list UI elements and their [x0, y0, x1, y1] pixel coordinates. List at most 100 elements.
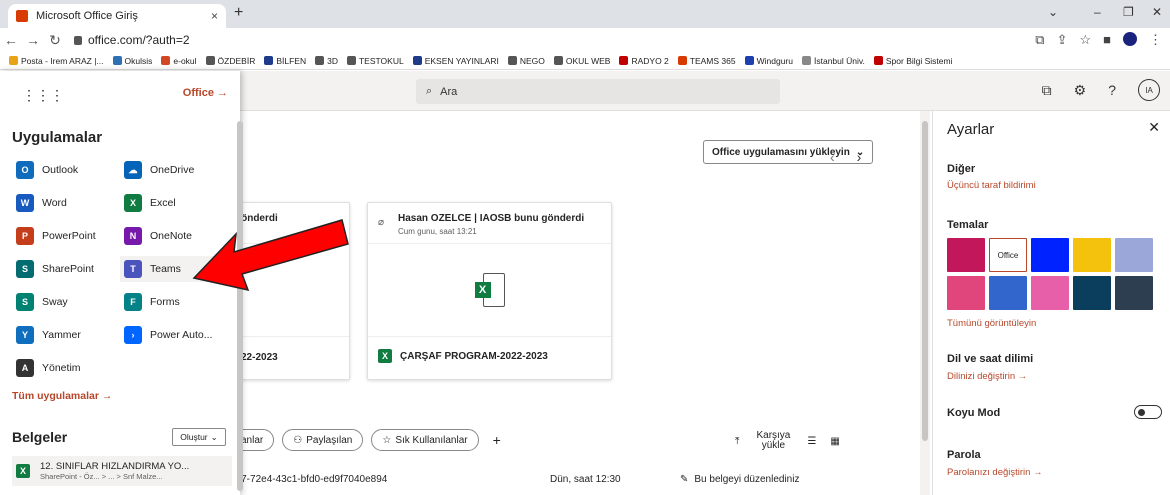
app-label: Teams [150, 263, 181, 275]
bookmark-item[interactable]: BİLFEN [264, 56, 306, 66]
close-window-button[interactable]: ✕ [1152, 5, 1162, 19]
view-all-themes-link[interactable]: Tümünü görüntüleyin [947, 318, 1036, 329]
bookmark-item[interactable]: e-okul [161, 56, 197, 66]
app-label: Excel [150, 197, 176, 209]
theme-option[interactable] [947, 238, 985, 272]
bookmark-item[interactable]: TESTOKUL [346, 56, 404, 66]
bookmark-label: EKSEN YAYINLARI [424, 55, 499, 66]
waffle-icon[interactable]: ⋮⋮⋮ [22, 87, 64, 104]
third-party-link[interactable]: Üçüncü taraf bildirimi [947, 180, 1036, 191]
main-scrollbar[interactable] [920, 111, 930, 495]
bookmark-item[interactable]: EKSEN YAYINLARI [412, 55, 499, 66]
office-link[interactable]: Office → [183, 87, 228, 99]
app-label: PowerPoint [42, 230, 96, 242]
app-y-netim[interactable]: A Yönetim [12, 355, 116, 381]
bookmark-label: RADYO 2 [631, 55, 669, 66]
theme-option[interactable]: Office [989, 238, 1027, 272]
theme-option[interactable] [1073, 238, 1111, 272]
bookmark-item[interactable]: NEGO [507, 56, 545, 66]
reload-icon[interactable]: ↻ [44, 32, 66, 49]
bookmark-item[interactable]: İstanbul Üniv. [802, 56, 865, 66]
browser-tab[interactable]: Microsoft Office Giriş × [8, 4, 226, 28]
launcher-scrollbar[interactable] [237, 121, 243, 491]
search-box[interactable]: ⌕ Ara [416, 79, 780, 104]
bookmark-item[interactable]: 3D [315, 56, 338, 66]
app-power-auto-[interactable]: › Power Auto... [120, 322, 224, 348]
url-field[interactable]: office.com/?auth=2 [74, 33, 190, 47]
avatar[interactable]: IA [1138, 79, 1160, 101]
feedback-icon[interactable]: ⧉ [1042, 82, 1052, 99]
theme-option[interactable] [989, 276, 1027, 310]
bookmark-item[interactable]: RADYO 2 [619, 55, 669, 66]
tab-search-icon[interactable]: ⌄ [1048, 5, 1058, 19]
bookmark-item[interactable]: Windguru [744, 55, 793, 66]
file-row[interactable]: a47-72e4-43c1-bfd0-ed9f7040e894 Dün, saa… [230, 474, 910, 485]
bookmark-item[interactable]: ÖZDEBİR [205, 56, 255, 66]
app-onedrive[interactable]: ☁ OneDrive [120, 157, 224, 183]
star-icon[interactable]: ☆ [1079, 32, 1091, 48]
bookmark-item[interactable]: Spor Bilgi Sistemi [873, 56, 952, 66]
bookmark-label: Posta - Irem ARAZ |... [21, 55, 104, 66]
carousel-prev-icon[interactable]: ‹ [830, 149, 835, 165]
app-sharepoint[interactable]: S SharePoint [12, 256, 116, 282]
all-apps-link[interactable]: Tüm uygulamalar → [12, 390, 112, 402]
excel-file-icon: X [474, 273, 505, 307]
app-label: SharePoint [42, 263, 94, 275]
card-file-name: X ÇARŞAF PROGRAM-2022-2023 [378, 349, 548, 363]
menu-icon[interactable]: ⋮ [1149, 32, 1162, 48]
new-tab-button[interactable]: + [234, 4, 243, 22]
add-filter-icon[interactable]: + [493, 432, 501, 448]
theme-option[interactable] [1115, 276, 1153, 310]
app-excel[interactable]: X Excel [120, 190, 224, 216]
document-item[interactable]: X 12. SINIFLAR HIZLANDIRMA YO... SharePo… [12, 456, 232, 486]
app-icon: ☁ [124, 161, 142, 179]
upload-icon[interactable]: ⤒ [735, 436, 739, 447]
carousel-next-icon[interactable]: › [857, 149, 862, 165]
sidepanel-icon[interactable]: ■ [1103, 32, 1111, 48]
url-text: office.com/?auth=2 [88, 33, 190, 47]
theme-option[interactable] [947, 276, 985, 310]
password-heading: Parola [947, 449, 981, 461]
grid-view-icon[interactable]: ▦ [830, 436, 839, 447]
bookmark-item[interactable]: TEAMS 365 [677, 55, 736, 66]
restore-button[interactable]: ❐ [1123, 5, 1134, 19]
app-word[interactable]: W Word [12, 190, 116, 216]
bookmark-item[interactable]: Okulsis [112, 56, 152, 66]
bookmark-item[interactable]: Posta - Irem ARAZ |... [9, 56, 104, 66]
filter-favorites[interactable]: ☆ Sık Kullanılanlar [371, 429, 479, 451]
shared-file-card[interactable]: ⌀ Hasan OZELCE | IAOSB bunu gönderdi Cum… [367, 202, 612, 380]
theme-option[interactable] [1031, 238, 1069, 272]
bookmark-icon [619, 56, 629, 65]
minimize-button[interactable]: – [1094, 5, 1101, 19]
bookmark-icon [315, 56, 325, 65]
password-link[interactable]: Parolanızı değiştirin → [947, 467, 1043, 478]
bookmark-label: BİLFEN [276, 55, 307, 66]
bookmark-label: Windguru [756, 55, 793, 66]
card-file-name: 22-2023 [241, 352, 278, 363]
bookmark-icon [744, 56, 754, 65]
create-button[interactable]: Oluştur ⌄ [172, 428, 226, 446]
back-icon[interactable]: ← [0, 32, 22, 48]
tab-close-icon[interactable]: × [211, 9, 218, 23]
app-powerpoint[interactable]: P PowerPoint [12, 223, 116, 249]
lang-link[interactable]: Dilinizi değiştirin → [947, 371, 1027, 382]
list-view-icon[interactable]: ☰ [807, 436, 816, 447]
upload-label[interactable]: Karşıya yükle [753, 431, 793, 451]
app-sway[interactable]: S Sway [12, 289, 116, 315]
app-yammer[interactable]: Y Yammer [12, 322, 116, 348]
profile-icon[interactable] [1123, 32, 1137, 46]
bookmark-item[interactable]: OKUL WEB [553, 56, 610, 66]
app-outlook[interactable]: O Outlook [12, 157, 116, 183]
theme-option[interactable] [1031, 276, 1069, 310]
theme-option[interactable] [1073, 276, 1111, 310]
close-icon[interactable]: ✕ [1148, 119, 1160, 136]
translate-icon[interactable]: ⧉ [1035, 32, 1044, 48]
settings-gear-icon[interactable]: ⚙ [1074, 82, 1087, 99]
theme-option[interactable] [1115, 238, 1153, 272]
share-icon[interactable]: ⇪ [1057, 32, 1068, 48]
help-icon[interactable]: ? [1108, 82, 1116, 98]
filter-shared[interactable]: ⚇ Paylaşılan [282, 429, 364, 451]
bookmark-label: TEAMS 365 [689, 55, 736, 66]
forward-icon[interactable]: → [22, 32, 44, 48]
dark-mode-toggle[interactable] [1134, 405, 1162, 419]
